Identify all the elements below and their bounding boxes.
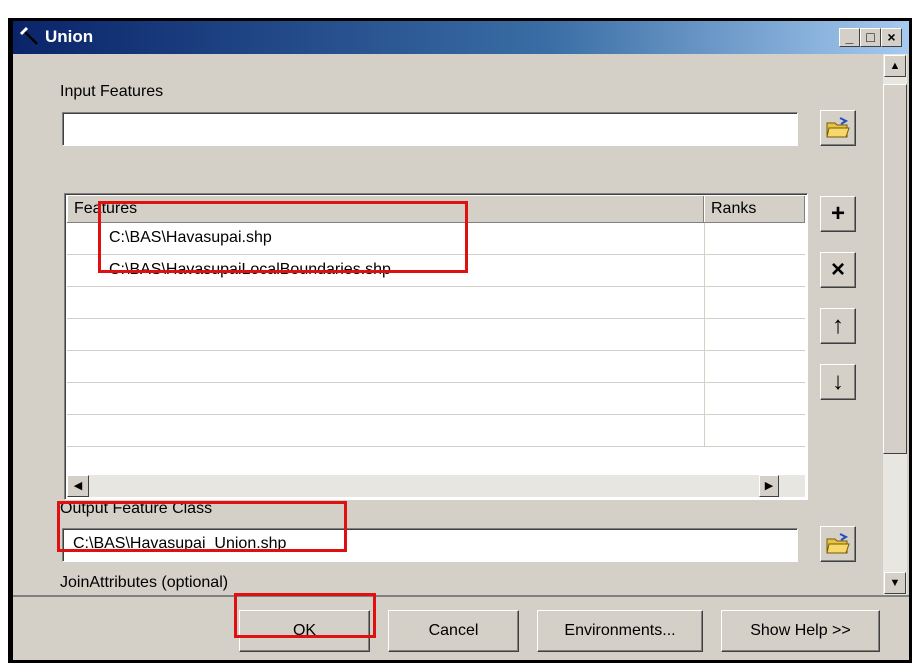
table-row[interactable] xyxy=(67,287,805,319)
output-highlight-box xyxy=(57,501,347,552)
join-attributes-clip: JoinAttributes (optional) xyxy=(60,571,860,595)
input-features-label: Input Features xyxy=(60,83,164,100)
move-up-button[interactable]: ↑ xyxy=(820,308,856,344)
table-row[interactable] xyxy=(67,319,805,351)
add-row-button[interactable]: + xyxy=(820,196,856,232)
table-row[interactable] xyxy=(67,383,805,415)
move-down-button[interactable]: ↓ xyxy=(820,364,856,400)
environments-button[interactable]: Environments... xyxy=(537,610,703,652)
vertical-scrollbar[interactable]: ▲ ▼ xyxy=(883,54,907,595)
hammer-icon xyxy=(19,26,38,45)
open-folder-icon xyxy=(826,533,850,554)
browse-output-button[interactable] xyxy=(820,526,856,562)
union-dialog: Union _ □ × Input Features Features Rank… xyxy=(13,21,909,660)
table-row[interactable] xyxy=(67,415,805,447)
ranks-column-header[interactable]: Ranks xyxy=(704,196,805,222)
scroll-right-icon[interactable]: ▶ xyxy=(759,475,779,497)
remove-row-button[interactable]: × xyxy=(820,252,856,288)
horizontal-scrollbar[interactable]: ◀ ▶ xyxy=(67,475,805,497)
cancel-button[interactable]: Cancel xyxy=(388,610,519,652)
input-features-field[interactable] xyxy=(62,112,798,146)
ok-highlight-box xyxy=(234,593,376,638)
maximize-button[interactable]: □ xyxy=(860,28,881,47)
close-button[interactable]: × xyxy=(881,28,902,47)
scroll-up-icon[interactable]: ▲ xyxy=(884,55,906,77)
window-title: Union xyxy=(45,27,94,46)
table-row[interactable] xyxy=(67,351,805,383)
scroll-down-icon[interactable]: ▼ xyxy=(884,572,906,594)
browse-input-button[interactable] xyxy=(820,110,856,146)
scrollbar-thumb[interactable] xyxy=(883,84,907,454)
show-help-button[interactable]: Show Help >> xyxy=(721,610,880,652)
scroll-left-icon[interactable]: ◀ xyxy=(67,475,89,497)
join-attributes-label: JoinAttributes (optional) xyxy=(60,574,229,591)
features-highlight-box xyxy=(98,201,468,273)
open-folder-icon xyxy=(826,117,850,138)
button-bar: OK Cancel Environments... Show Help >> xyxy=(13,595,909,660)
title-bar[interactable]: Union _ □ × xyxy=(13,21,909,54)
minimize-button[interactable]: _ xyxy=(839,28,860,47)
